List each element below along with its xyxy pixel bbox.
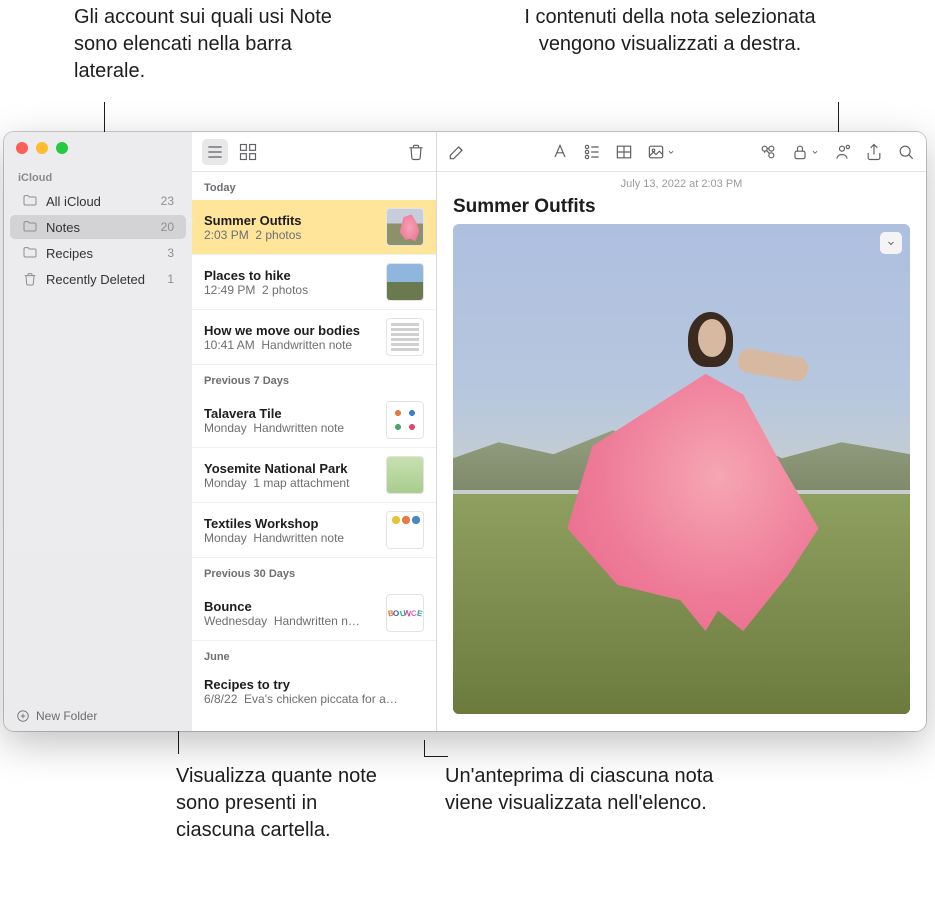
note-item-how-we-move[interactable]: How we move our bodies 10:41 AM Handwrit… <box>192 310 436 365</box>
note-thumbnail <box>386 511 424 549</box>
callout-accounts: Gli account sui quali usi Note sono elen… <box>74 4 344 85</box>
minimize-window-button[interactable] <box>36 142 48 154</box>
callout-line <box>424 756 448 757</box>
close-window-button[interactable] <box>16 142 28 154</box>
note-sub: Monday Handwritten note <box>204 421 378 435</box>
note-image[interactable] <box>453 224 910 714</box>
note-sub: 2:03 PM 2 photos <box>204 228 378 242</box>
sidebar-folder-all-icloud[interactable]: All iCloud 23 <box>10 189 186 213</box>
chevron-down-icon <box>885 237 897 249</box>
content-toolbar <box>437 132 926 172</box>
table-icon[interactable] <box>614 142 634 162</box>
sidebar-folder-recently-deleted[interactable]: Recently Deleted 1 <box>10 267 186 291</box>
folder-icon <box>22 219 38 235</box>
fullscreen-window-button[interactable] <box>56 142 68 154</box>
folder-icon <box>22 245 38 261</box>
section-header-june: June <box>192 641 436 669</box>
note-item-yosemite[interactable]: Yosemite National Park Monday 1 map atta… <box>192 448 436 503</box>
note-title: Recipes to try <box>204 677 424 692</box>
folder-count: 23 <box>161 194 174 208</box>
folder-icon <box>22 193 38 209</box>
note-thumbnail <box>386 401 424 439</box>
note-title: Talavera Tile <box>204 406 378 421</box>
note-item-talavera[interactable]: Talavera Tile Monday Handwritten note <box>192 393 436 448</box>
notes-list-column: Today Summer Outfits 2:03 PM 2 photos Pl… <box>192 132 437 731</box>
notes-scroll[interactable]: Today Summer Outfits 2:03 PM 2 photos Pl… <box>192 172 436 731</box>
list-view-icon[interactable] <box>202 139 228 165</box>
callout-preview: Un'anteprima di ciascuna nota viene visu… <box>445 763 735 817</box>
compose-icon[interactable] <box>447 142 467 162</box>
list-toolbar <box>192 132 436 172</box>
callout-counts: Visualizza quante note sono presenti in … <box>176 763 386 844</box>
note-content-column: July 13, 2022 at 2:03 PM Summer Outfits <box>437 132 926 731</box>
note-item-summer-outfits[interactable]: Summer Outfits 2:03 PM 2 photos <box>192 200 436 255</box>
note-item-places-to-hike[interactable]: Places to hike 12:49 PM 2 photos <box>192 255 436 310</box>
folder-label: Recently Deleted <box>46 272 145 287</box>
section-header-30days: Previous 30 Days <box>192 558 436 586</box>
note-thumbnail: BOUNCE <box>386 594 424 632</box>
plus-circle-icon <box>16 709 30 723</box>
note-sub: Wednesday Handwritten n… <box>204 614 378 628</box>
sidebar-folder-notes[interactable]: Notes 20 <box>10 215 186 239</box>
section-header-today: Today <box>192 172 436 200</box>
note-title: Yosemite National Park <box>204 461 378 476</box>
checklist-icon[interactable] <box>582 142 602 162</box>
note-thumbnail <box>386 456 424 494</box>
delete-note-icon[interactable] <box>406 142 426 162</box>
folder-count: 20 <box>161 220 174 234</box>
chevron-down-icon[interactable] <box>810 147 820 157</box>
note-item-textiles[interactable]: Textiles Workshop Monday Handwritten not… <box>192 503 436 558</box>
collaborate-icon[interactable] <box>832 142 852 162</box>
new-folder-button[interactable]: New Folder <box>4 701 192 731</box>
note-item-recipes[interactable]: Recipes to try 6/8/22 Eva's chicken picc… <box>192 669 436 714</box>
callout-line <box>424 740 425 756</box>
note-title-heading[interactable]: Summer Outfits <box>437 196 926 224</box>
note-sub: Monday Handwritten note <box>204 531 378 545</box>
note-title: Bounce <box>204 599 378 614</box>
note-thumbnail <box>386 208 424 246</box>
note-sub: 12:49 PM 2 photos <box>204 283 378 297</box>
note-timestamp: July 13, 2022 at 2:03 PM <box>437 172 926 196</box>
note-sub: Monday 1 map attachment <box>204 476 378 490</box>
lock-icon[interactable] <box>790 142 810 162</box>
note-title: Summer Outfits <box>204 213 378 228</box>
window-controls <box>4 132 192 164</box>
chevron-down-icon[interactable] <box>666 147 676 157</box>
sidebar-folder-recipes[interactable]: Recipes 3 <box>10 241 186 265</box>
media-icon[interactable] <box>646 142 666 162</box>
note-thumbnail <box>386 318 424 356</box>
note-title: Textiles Workshop <box>204 516 378 531</box>
notes-window: iCloud All iCloud 23 Notes 20 Recipes 3 … <box>4 132 926 731</box>
new-folder-label: New Folder <box>36 709 97 723</box>
search-icon[interactable] <box>896 142 916 162</box>
note-sub: 6/8/22 Eva's chicken piccata for a… <box>204 692 424 706</box>
section-header-7days: Previous 7 Days <box>192 365 436 393</box>
note-title: Places to hike <box>204 268 378 283</box>
note-thumbnail <box>386 263 424 301</box>
folder-label: All iCloud <box>46 194 101 209</box>
trash-icon <box>22 271 38 287</box>
gallery-view-icon[interactable] <box>238 142 258 162</box>
folder-label: Notes <box>46 220 80 235</box>
folder-count: 1 <box>167 272 174 286</box>
share-icon[interactable] <box>864 142 884 162</box>
folder-count: 3 <box>167 246 174 260</box>
note-item-bounce[interactable]: Bounce Wednesday Handwritten n… BOUNCE <box>192 586 436 641</box>
note-sub: 10:41 AM Handwritten note <box>204 338 378 352</box>
callout-content: I contenuti della nota selezionata vengo… <box>520 4 820 58</box>
folder-label: Recipes <box>46 246 93 261</box>
format-text-icon[interactable] <box>550 142 570 162</box>
sidebar: iCloud All iCloud 23 Notes 20 Recipes 3 … <box>4 132 192 731</box>
link-icon[interactable] <box>758 142 778 162</box>
image-actions-button[interactable] <box>880 232 902 254</box>
note-title: How we move our bodies <box>204 323 378 338</box>
account-header: iCloud <box>4 164 192 188</box>
